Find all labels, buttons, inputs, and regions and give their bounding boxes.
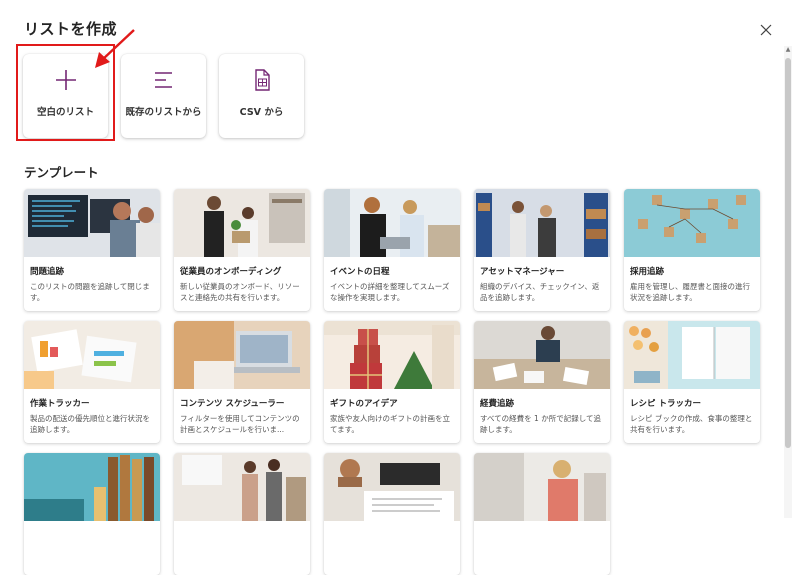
from-existing-list-label: 既存のリストから: [125, 107, 202, 118]
template-thumbnail: [624, 321, 760, 389]
template-description: 製品の配送の優先順位と進行状況を追跡します。: [30, 414, 150, 434]
template-description: 新しい従業員のオンボード、リソースと連絡先の共有を行います。: [180, 282, 300, 302]
template-thumbnail: [324, 321, 460, 389]
template-card[interactable]: レシピ トラッカー レシピ ブックの作成、食事の整理と共有を行います。: [624, 321, 760, 443]
template-thumbnail: [174, 189, 310, 257]
template-thumbnail: [24, 453, 160, 521]
template-thumbnail: [174, 453, 310, 521]
template-name: ギフトのアイデア: [330, 399, 398, 409]
template-name: アセットマネージャー: [480, 267, 565, 277]
template-card[interactable]: [474, 453, 610, 575]
template-card[interactable]: 従業員のオンボーディング 新しい従業員のオンボード、リソースと連絡先の共有を行い…: [174, 189, 310, 311]
create-list-dialog: リストを作成 空白のリスト 既存のリストから CSV から テンプレート 問題追…: [0, 0, 800, 575]
template-name: 採用追跡: [630, 267, 665, 277]
template-thumbnail: [174, 321, 310, 389]
template-thumbnail: [474, 189, 610, 257]
list-lines-icon: [154, 72, 172, 88]
template-description: レシピ ブックの作成、食事の整理と共有を行います。: [630, 414, 753, 434]
from-csv-card[interactable]: CSV から: [219, 54, 304, 138]
template-name: 従業員のオンボーディング: [180, 267, 282, 277]
template-name: イベントの日程: [330, 267, 390, 277]
template-description: フィルターを使用してコンテンツの計画とスケジュールを行いま...: [180, 414, 300, 434]
csv-file-icon: [254, 69, 270, 91]
template-name: 経費追跡: [480, 399, 515, 409]
template-description: すべての経費を 1 か所で記録して追跡します。: [480, 414, 601, 434]
template-card[interactable]: イベントの日程 イベントの詳細を整理してスムーズな操作を実現します。: [324, 189, 460, 311]
scrollbar-thumb[interactable]: [785, 58, 791, 448]
scroll-up-icon[interactable]: ▲: [784, 46, 792, 54]
template-description: 組織のデバイス、チェックイン、返品を追跡します。: [480, 282, 600, 302]
close-icon: [760, 24, 772, 36]
template-card[interactable]: コンテンツ スケジューラー フィルターを使用してコンテンツの計画とスケジュールを…: [174, 321, 310, 443]
template-thumbnail: [24, 189, 160, 257]
template-thumbnail: [324, 189, 460, 257]
templates-heading: テンプレート: [24, 165, 99, 180]
template-card[interactable]: [24, 453, 160, 575]
template-card[interactable]: 経費追跡 すべての経費を 1 か所で記録して追跡します。: [474, 321, 610, 443]
template-description: 家族や友人向けのギフトの計画を立てます。: [330, 414, 450, 434]
template-thumbnail: [474, 453, 610, 521]
template-card[interactable]: アセットマネージャー 組織のデバイス、チェックイン、返品を追跡します。: [474, 189, 610, 311]
template-card[interactable]: ギフトのアイデア 家族や友人向けのギフトの計画を立てます。: [324, 321, 460, 443]
scrollbar[interactable]: ▲: [784, 46, 792, 518]
template-card[interactable]: [174, 453, 310, 575]
template-card[interactable]: [324, 453, 460, 575]
template-card[interactable]: 採用追跡 雇用を管理し、履歴書と面接の進行状況を追跡します。: [624, 189, 760, 311]
close-button[interactable]: [756, 20, 776, 40]
template-thumbnail: [624, 189, 760, 257]
template-card[interactable]: 作業トラッカー 製品の配送の優先順位と進行状況を追跡します。: [24, 321, 160, 443]
template-name: コンテンツ スケジューラー: [180, 399, 285, 409]
template-description: このリストの問題を追跡して閉じます。: [30, 282, 150, 302]
template-description: イベントの詳細を整理してスムーズな操作を実現します。: [330, 282, 450, 302]
template-description: 雇用を管理し、履歴書と面接の進行状況を追跡します。: [630, 282, 750, 302]
template-thumbnail: [474, 321, 610, 389]
template-card[interactable]: 問題追跡 このリストの問題を追跡して閉じます。: [24, 189, 160, 311]
template-name: 問題追跡: [30, 267, 65, 277]
template-name: レシピ トラッカー: [630, 399, 701, 409]
from-csv-label: CSV から: [239, 107, 284, 118]
template-name: 作業トラッカー: [30, 399, 90, 409]
annotation-arrow: [95, 29, 135, 68]
template-thumbnail: [324, 453, 460, 521]
template-thumbnail: [24, 321, 160, 389]
